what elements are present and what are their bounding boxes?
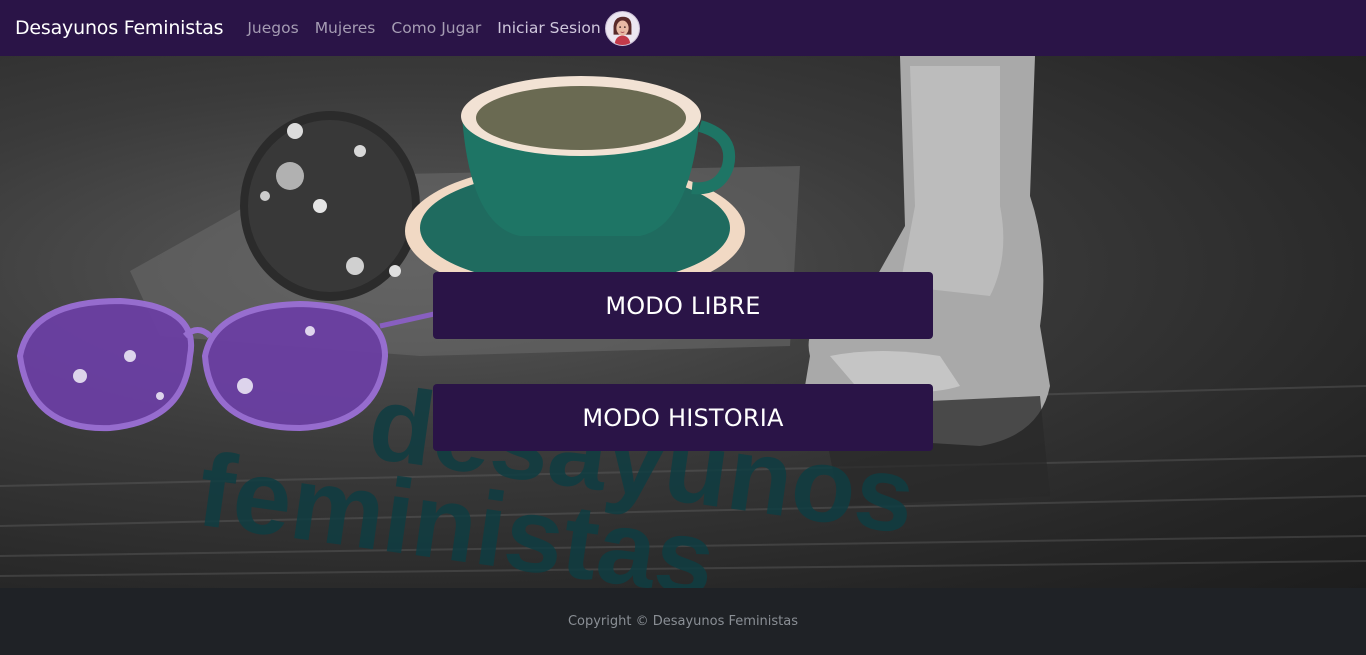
modo-historia-button[interactable]: MODO HISTORIA [433, 384, 933, 451]
hero-banner: desayunos feministas MODO LIBRE MODO HIS… [0, 56, 1366, 588]
login-link[interactable]: Iniciar Sesion [497, 19, 600, 37]
brand-logo-text[interactable]: Desayunos Feministas [15, 17, 224, 39]
nav-link-juegos[interactable]: Juegos [247, 19, 298, 37]
user-avatar-icon[interactable] [604, 10, 640, 46]
nav-link-mujeres[interactable]: Mujeres [315, 19, 376, 37]
page-footer: Copyright © Desayunos Feministas [0, 588, 1366, 655]
copyright-text: Copyright © Desayunos Feministas [567, 614, 799, 629]
top-navbar: Desayunos Feministas Juegos Mujeres Como… [0, 0, 1366, 56]
modo-libre-button[interactable]: MODO LIBRE [433, 272, 933, 339]
nav-link-como-jugar[interactable]: Como Jugar [391, 19, 481, 37]
